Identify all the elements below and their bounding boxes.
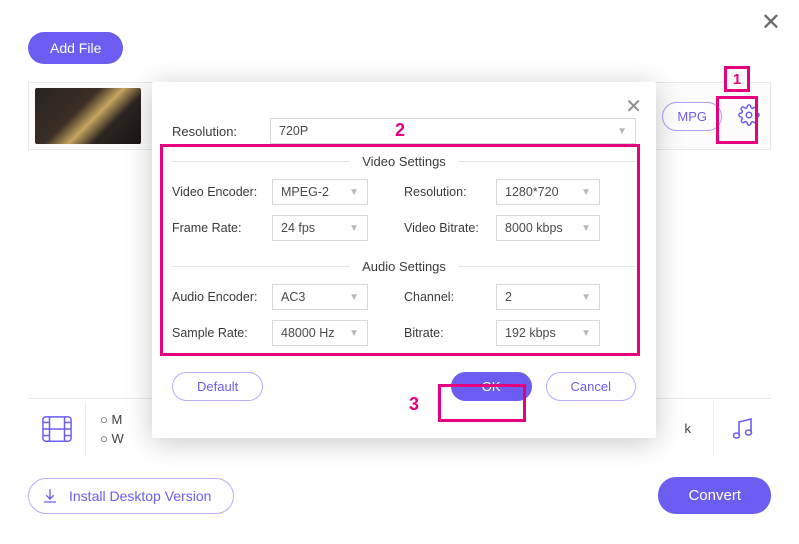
sample-rate-dropdown[interactable]: 48000 Hz▼ [272, 320, 368, 346]
settings-gear-button[interactable] [734, 100, 764, 133]
video-bitrate-label: Video Bitrate: [404, 221, 496, 235]
annotation-number-3: 3 [402, 392, 426, 416]
main-resolution-dropdown[interactable]: 720P▼ [270, 118, 636, 144]
resolution-label: Resolution: [172, 124, 270, 139]
annotation-number-2: 2 [388, 118, 412, 142]
chevron-down-icon: ▼ [349, 187, 359, 198]
radio-option-1[interactable]: ○ M [100, 412, 124, 427]
window-close-icon[interactable]: ✕ [761, 8, 781, 37]
download-icon [41, 487, 59, 505]
video-bitrate-dropdown[interactable]: 8000 kbps▼ [496, 215, 600, 241]
sample-rate-label: Sample Rate: [172, 326, 272, 340]
default-button[interactable]: Default [172, 372, 263, 401]
audio-bitrate-dropdown[interactable]: 192 kbps▼ [496, 320, 600, 346]
chevron-down-icon: ▼ [581, 328, 591, 339]
video-mode-icon[interactable] [28, 402, 86, 456]
convert-button[interactable]: Convert [658, 477, 771, 514]
k-label: k [685, 421, 714, 436]
chevron-down-icon: ▼ [349, 292, 359, 303]
audio-encoder-label: Audio Encoder: [172, 290, 272, 304]
annotation-number-1: 1 [724, 66, 750, 92]
chevron-down-icon: ▼ [581, 187, 591, 198]
video-encoder-label: Video Encoder: [172, 185, 272, 199]
format-pill[interactable]: MPG [662, 102, 722, 131]
radio-option-2[interactable]: ○ W [100, 431, 124, 446]
chevron-down-icon: ▼ [581, 292, 591, 303]
audio-encoder-dropdown[interactable]: AC3▼ [272, 284, 368, 310]
chevron-down-icon: ▼ [617, 126, 627, 137]
audio-bitrate-label: Bitrate: [404, 326, 496, 340]
audio-settings-title: Audio Settings [172, 259, 636, 274]
frame-rate-dropdown[interactable]: 24 fps▼ [272, 215, 368, 241]
resolution-label-2: Resolution: [404, 185, 496, 199]
channel-label: Channel: [404, 290, 496, 304]
ok-button[interactable]: OK [451, 372, 532, 401]
video-settings-title: Video Settings [172, 154, 636, 169]
frame-rate-label: Frame Rate: [172, 221, 272, 235]
channel-dropdown[interactable]: 2▼ [496, 284, 600, 310]
modal-close-icon[interactable]: ✕ [625, 94, 642, 119]
video-thumbnail [35, 88, 141, 144]
video-encoder-dropdown[interactable]: MPEG-2▼ [272, 179, 368, 205]
chevron-down-icon: ▼ [349, 328, 359, 339]
cancel-button[interactable]: Cancel [546, 372, 636, 401]
audio-mode-icon[interactable] [713, 402, 771, 456]
gear-icon [738, 104, 760, 126]
install-desktop-button[interactable]: Install Desktop Version [28, 478, 234, 514]
chevron-down-icon: ▼ [349, 223, 359, 234]
add-file-button[interactable]: Add File [28, 32, 123, 64]
resolution-dropdown[interactable]: 1280*720▼ [496, 179, 600, 205]
chevron-down-icon: ▼ [581, 223, 591, 234]
radio-group: ○ M ○ W [86, 408, 124, 450]
